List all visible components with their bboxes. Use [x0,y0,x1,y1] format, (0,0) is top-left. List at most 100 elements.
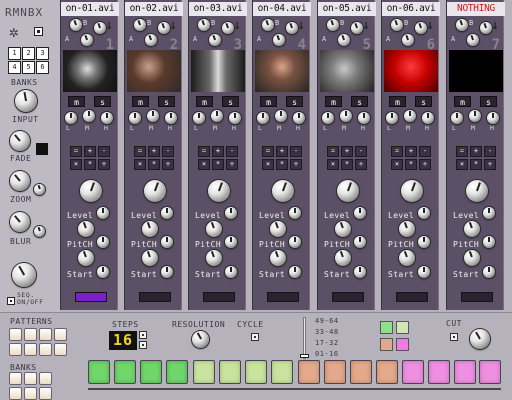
start-fine-knob[interactable] [97,266,109,278]
pattern-pad[interactable] [9,328,22,341]
down-arrow-icon[interactable]: ↓ [426,19,434,32]
level-knob[interactable] [272,180,294,202]
knob-b[interactable] [209,34,221,46]
fx-button-6[interactable]: ÷ [355,159,367,170]
video-thumbnail[interactable] [127,50,181,92]
pitch-fine-knob[interactable] [289,236,301,248]
level-knob[interactable] [337,180,359,202]
mute-button[interactable]: m [454,96,471,107]
fx-button-2[interactable]: + [341,146,353,157]
eq-mid-knob[interactable] [147,110,159,122]
step-button-6[interactable] [219,360,241,384]
eq-high-knob[interactable] [293,112,305,124]
zoom-fine-knob[interactable] [34,184,45,195]
fx-button-1[interactable]: = [134,146,146,157]
level-knob[interactable] [144,180,166,202]
mute-button[interactable]: m [260,96,277,107]
fx-button-2[interactable]: + [276,146,288,157]
mute-button[interactable]: m [325,96,342,107]
start-knob[interactable] [399,250,415,266]
fx-button-6[interactable]: ÷ [226,159,238,170]
bank-pad[interactable] [39,372,52,385]
fx-button-3[interactable]: - [98,146,110,157]
step-button-11[interactable] [350,360,372,384]
mute-button[interactable]: m [132,96,149,107]
video-thumbnail[interactable] [255,50,309,92]
sequencer-knob[interactable] [12,263,36,287]
fx-button-6[interactable]: ÷ [290,159,302,170]
down-arrow-icon[interactable]: ↓ [105,19,113,32]
solo-button[interactable]: s [480,96,497,107]
bank-key-3[interactable]: 3 [36,47,49,60]
channel-title[interactable]: on-05.avi [318,2,376,16]
bank-pad[interactable] [24,387,37,400]
level-fine-knob[interactable] [97,207,109,219]
eq-mid-knob[interactable] [469,110,481,122]
eq-high-knob[interactable] [487,112,499,124]
settings-square-button[interactable] [34,27,43,36]
range-slider[interactable] [300,317,309,359]
color-swatch-2[interactable] [396,321,409,334]
channel-select-bar[interactable] [396,292,428,302]
knob-b[interactable] [145,34,157,46]
eq-mid-knob[interactable] [404,110,416,122]
fx-button-5[interactable]: * [276,159,288,170]
level-fine-knob[interactable] [483,207,495,219]
step-button-14[interactable] [428,360,450,384]
channel-title[interactable]: on-01.avi [61,2,119,16]
level-knob[interactable] [466,180,488,202]
knob-a[interactable] [391,19,403,31]
step-button-4[interactable] [166,360,188,384]
down-arrow-icon[interactable]: ↓ [362,19,370,32]
blur-fine-knob[interactable] [34,226,45,237]
start-fine-knob[interactable] [418,266,430,278]
fx-button-5[interactable]: * [405,159,417,170]
pitch-fine-knob[interactable] [483,236,495,248]
knob-b[interactable] [402,34,414,46]
range-option-1[interactable]: 49-64 [315,317,339,325]
eq-mid-knob[interactable] [211,110,223,122]
bank-key-5[interactable]: 5 [22,61,35,74]
eq-high-knob[interactable] [358,112,370,124]
video-thumbnail[interactable] [63,50,117,92]
start-fine-knob[interactable] [483,266,495,278]
range-option-2[interactable]: 33-48 [315,328,339,336]
pattern-pad[interactable] [54,328,67,341]
range-option-3[interactable]: 17-32 [315,339,339,347]
solo-button[interactable]: s [415,96,432,107]
pitch-fine-knob[interactable] [161,236,173,248]
pitch-knob[interactable] [399,221,415,237]
fx-button-4[interactable]: × [456,159,468,170]
knob-a[interactable] [262,19,274,31]
level-knob[interactable] [401,180,423,202]
fx-button-1[interactable]: = [456,146,468,157]
eq-high-knob[interactable] [101,112,113,124]
cut-toggle[interactable] [450,333,458,341]
step-button-16[interactable] [479,360,501,384]
channel-select-bar[interactable] [332,292,364,302]
step-button-2[interactable] [114,360,136,384]
channel-select-bar[interactable] [203,292,235,302]
channel-title[interactable]: on-02.avi [125,2,183,16]
eq-low-knob[interactable] [322,112,334,124]
pattern-pad[interactable] [24,343,37,356]
step-button-3[interactable] [140,360,162,384]
fx-button-6[interactable]: ÷ [484,159,496,170]
step-button-10[interactable] [324,360,346,384]
eq-low-knob[interactable] [193,112,205,124]
channel-title[interactable]: on-03.avi [189,2,247,16]
fx-button-2[interactable]: + [212,146,224,157]
fx-button-4[interactable]: × [134,159,146,170]
color-swatch-3[interactable] [380,338,393,351]
solo-button[interactable]: s [94,96,111,107]
bank-pad[interactable] [9,387,22,400]
eq-low-knob[interactable] [451,112,463,124]
eq-mid-knob[interactable] [275,110,287,122]
down-arrow-icon[interactable]: ↓ [233,19,241,32]
start-fine-knob[interactable] [354,266,366,278]
video-thumbnail[interactable] [191,50,245,92]
start-fine-knob[interactable] [289,266,301,278]
fade-knob[interactable] [10,131,30,151]
pitch-fine-knob[interactable] [97,236,109,248]
down-arrow-icon[interactable]: ↓ [491,19,499,32]
